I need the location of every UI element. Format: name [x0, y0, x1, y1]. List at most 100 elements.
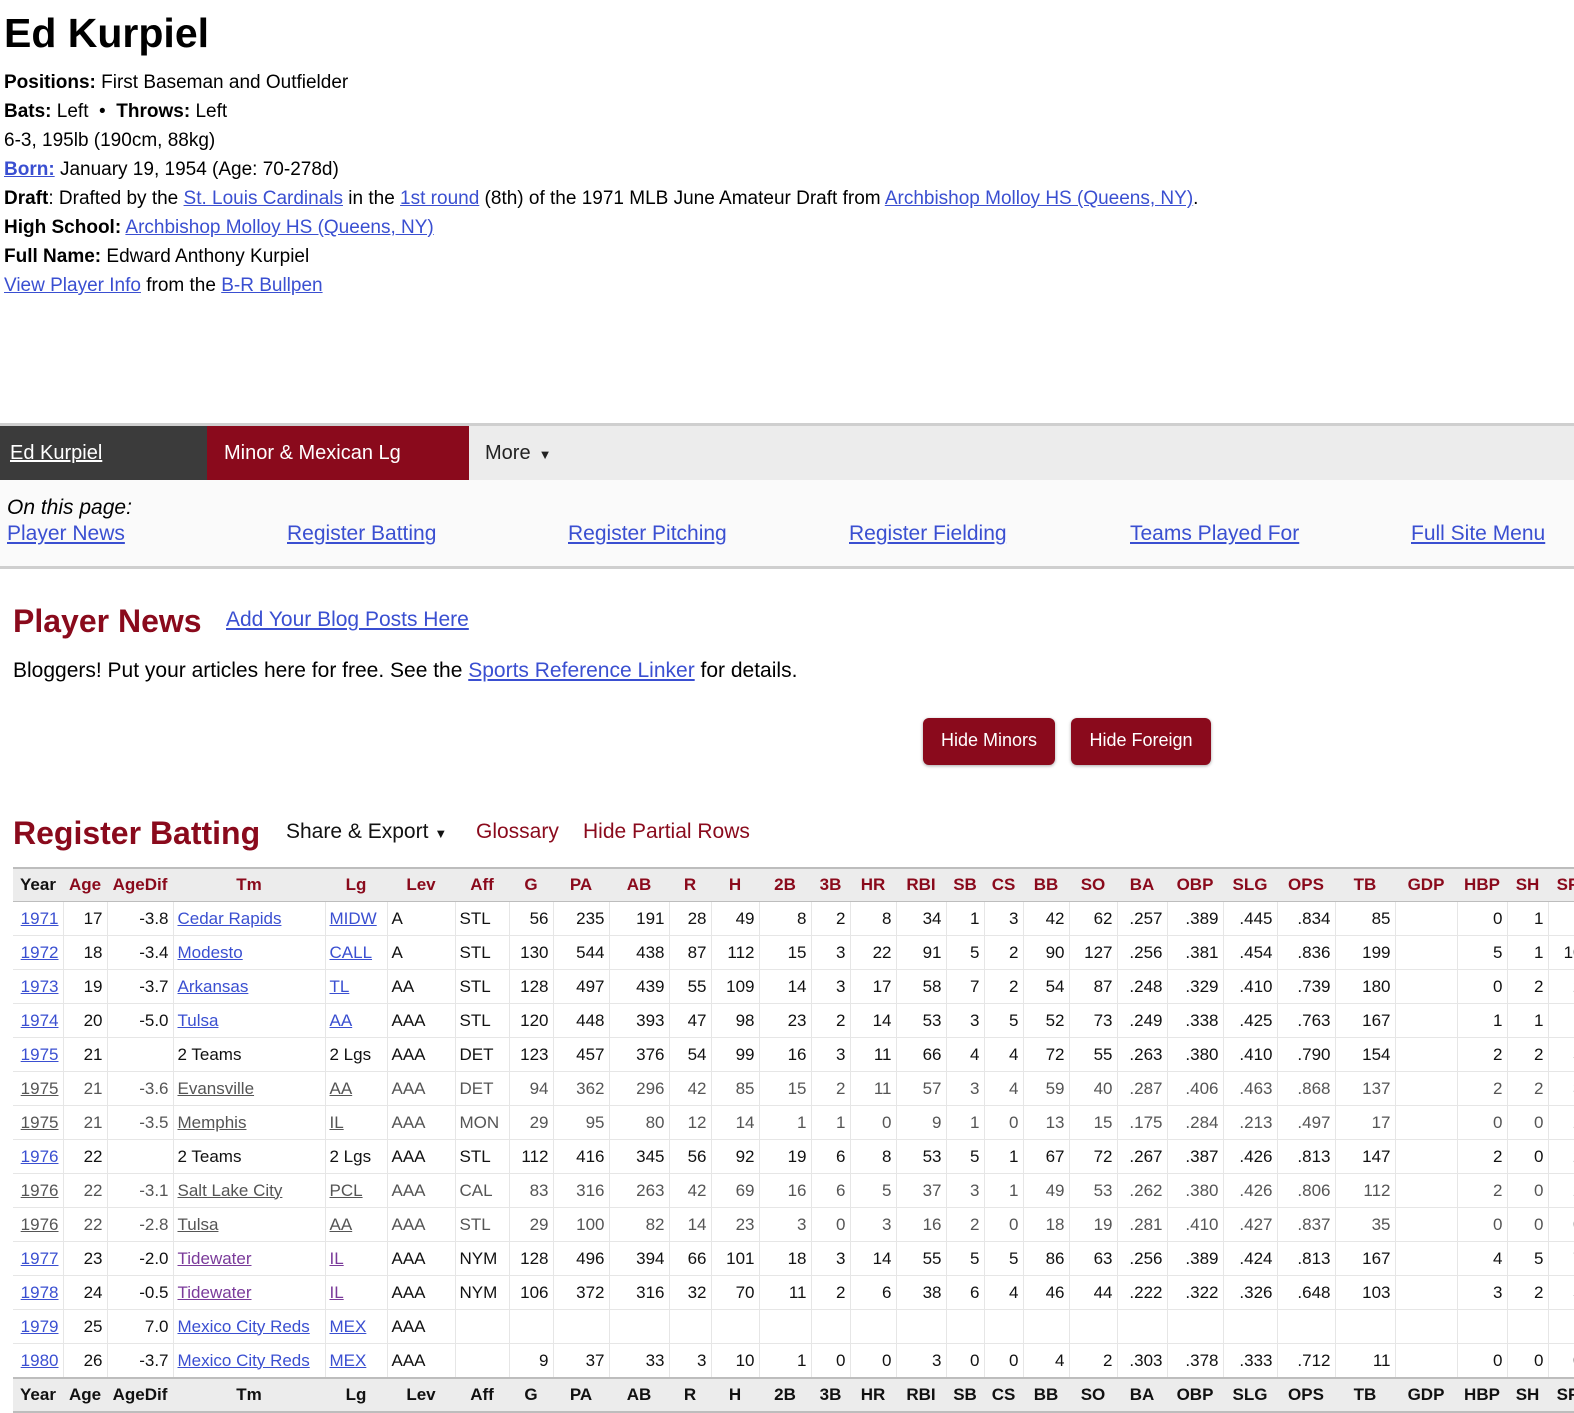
- jump-player-news[interactable]: Player News: [7, 522, 125, 546]
- col-header-year[interactable]: Year: [13, 867, 63, 902]
- glossary-link[interactable]: Glossary: [476, 820, 559, 844]
- col-header-age[interactable]: Age: [63, 867, 107, 902]
- col-header-so[interactable]: SO: [1069, 867, 1117, 902]
- col-header-lg[interactable]: Lg: [325, 867, 387, 902]
- league-link[interactable]: TL: [330, 977, 350, 996]
- jump-full-site-menu[interactable]: Full Site Menu: [1411, 522, 1545, 546]
- col-header-ab[interactable]: AB: [609, 1377, 669, 1413]
- league-link[interactable]: CALL: [330, 943, 373, 962]
- draft-school-link[interactable]: Archbishop Molloy HS (Queens, NY): [885, 188, 1193, 209]
- col-header-obp[interactable]: OBP: [1167, 1377, 1223, 1413]
- league-link[interactable]: AA: [330, 1079, 353, 1098]
- col-header-ba[interactable]: BA: [1117, 867, 1167, 902]
- col-header-h[interactable]: H: [711, 1377, 759, 1413]
- col-header-aff[interactable]: Aff: [455, 1377, 509, 1413]
- tab-minor-stats[interactable]: Minor & Mexican Lg Stats: [207, 426, 469, 518]
- jump-register-fielding[interactable]: Register Fielding: [849, 522, 1007, 546]
- col-header-hbp[interactable]: HBP: [1457, 1377, 1507, 1413]
- col-header-lg[interactable]: Lg: [325, 1377, 387, 1413]
- col-header-lev[interactable]: Lev: [387, 1377, 455, 1413]
- bullpen-link[interactable]: B-R Bullpen: [221, 275, 322, 296]
- hide-partial-rows-link[interactable]: Hide Partial Rows: [583, 820, 750, 844]
- col-header-r[interactable]: R: [669, 867, 711, 902]
- year-link[interactable]: 1971: [21, 909, 59, 928]
- col-header-rbi[interactable]: RBI: [896, 867, 946, 902]
- add-blog-posts-link[interactable]: Add Your Blog Posts Here: [226, 608, 469, 632]
- high-school-link[interactable]: Archbishop Molloy HS (Queens, NY): [125, 217, 433, 238]
- league-link[interactable]: AA: [330, 1011, 353, 1030]
- col-header-tm[interactable]: Tm: [173, 1377, 325, 1413]
- league-link[interactable]: MEX: [330, 1317, 367, 1336]
- col-header-ops[interactable]: OPS: [1277, 867, 1335, 902]
- col-header-obp[interactable]: OBP: [1167, 867, 1223, 902]
- team-link[interactable]: Mexico City Reds: [178, 1317, 310, 1336]
- col-header-sf[interactable]: SF: [1548, 867, 1574, 902]
- view-player-info-link[interactable]: View Player Info: [4, 275, 141, 296]
- col-header-gdp[interactable]: GDP: [1395, 1377, 1457, 1413]
- team-link[interactable]: Tulsa: [178, 1011, 219, 1030]
- jump-register-pitching[interactable]: Register Pitching: [568, 522, 727, 546]
- col-header-slg[interactable]: SLG: [1223, 1377, 1277, 1413]
- col-header-3b[interactable]: 3B: [811, 867, 850, 902]
- col-header-sh[interactable]: SH: [1507, 1377, 1548, 1413]
- col-header-pa[interactable]: PA: [553, 867, 609, 902]
- year-link[interactable]: 1974: [21, 1011, 59, 1030]
- col-header-sb[interactable]: SB: [946, 867, 984, 902]
- year-link[interactable]: 1976: [21, 1147, 59, 1166]
- col-header-r[interactable]: R: [669, 1377, 711, 1413]
- jump-register-batting[interactable]: Register Batting: [287, 522, 436, 546]
- year-link[interactable]: 1977: [21, 1249, 59, 1268]
- col-header-year[interactable]: Year: [13, 1377, 63, 1413]
- year-link[interactable]: 1973: [21, 977, 59, 996]
- year-link[interactable]: 1975: [21, 1113, 59, 1132]
- col-header-bb[interactable]: BB: [1023, 1377, 1069, 1413]
- col-header-ops[interactable]: OPS: [1277, 1377, 1335, 1413]
- year-link[interactable]: 1976: [21, 1181, 59, 1200]
- col-header-hbp[interactable]: HBP: [1457, 867, 1507, 902]
- col-header-ba[interactable]: BA: [1117, 1377, 1167, 1413]
- col-header-agedif[interactable]: AgeDif: [107, 867, 173, 902]
- col-header-cs[interactable]: CS: [984, 1377, 1023, 1413]
- col-header-tm[interactable]: Tm: [173, 867, 325, 902]
- col-header-tb[interactable]: TB: [1335, 867, 1395, 902]
- team-link[interactable]: Tidewater: [178, 1283, 252, 1302]
- col-header-bb[interactable]: BB: [1023, 867, 1069, 902]
- col-header-age[interactable]: Age: [63, 1377, 107, 1413]
- col-header-ab[interactable]: AB: [609, 867, 669, 902]
- draft-round-link[interactable]: 1st round: [400, 188, 479, 209]
- team-link[interactable]: Tulsa: [178, 1215, 219, 1234]
- hide-minors-button[interactable]: Hide Minors: [923, 718, 1055, 765]
- col-header-agedif[interactable]: AgeDif: [107, 1377, 173, 1413]
- col-header-g[interactable]: G: [509, 867, 553, 902]
- born-link[interactable]: Born:: [4, 159, 55, 180]
- year-link[interactable]: 1980: [21, 1351, 59, 1370]
- col-header-sf[interactable]: SF: [1548, 1377, 1574, 1413]
- hide-foreign-button[interactable]: Hide Foreign: [1071, 718, 1211, 765]
- sports-reference-linker-link[interactable]: Sports Reference Linker: [468, 659, 694, 682]
- team-link[interactable]: Mexico City Reds: [178, 1351, 310, 1370]
- team-link[interactable]: Tidewater: [178, 1249, 252, 1268]
- col-header-2b[interactable]: 2B: [759, 1377, 811, 1413]
- league-link[interactable]: PCL: [330, 1181, 363, 1200]
- jump-teams-played-for[interactable]: Teams Played For: [1130, 522, 1299, 546]
- col-header-sh[interactable]: SH: [1507, 867, 1548, 902]
- col-header-sb[interactable]: SB: [946, 1377, 984, 1413]
- col-header-2b[interactable]: 2B: [759, 867, 811, 902]
- league-link[interactable]: MIDW: [330, 909, 377, 928]
- year-link[interactable]: 1975: [21, 1045, 59, 1064]
- tab-overview[interactable]: Ed Kurpiel Overview: [0, 426, 207, 518]
- team-link[interactable]: Modesto: [178, 943, 243, 962]
- col-header-3b[interactable]: 3B: [811, 1377, 850, 1413]
- col-header-pa[interactable]: PA: [553, 1377, 609, 1413]
- league-link[interactable]: IL: [330, 1249, 344, 1268]
- year-link[interactable]: 1978: [21, 1283, 59, 1302]
- col-header-slg[interactable]: SLG: [1223, 867, 1277, 902]
- col-header-aff[interactable]: Aff: [455, 867, 509, 902]
- year-link[interactable]: 1976: [21, 1215, 59, 1234]
- year-link[interactable]: 1972: [21, 943, 59, 962]
- col-header-g[interactable]: G: [509, 1377, 553, 1413]
- col-header-rbi[interactable]: RBI: [896, 1377, 946, 1413]
- team-link[interactable]: Evansville: [178, 1079, 255, 1098]
- team-link[interactable]: Arkansas: [178, 977, 249, 996]
- col-header-tb[interactable]: TB: [1335, 1377, 1395, 1413]
